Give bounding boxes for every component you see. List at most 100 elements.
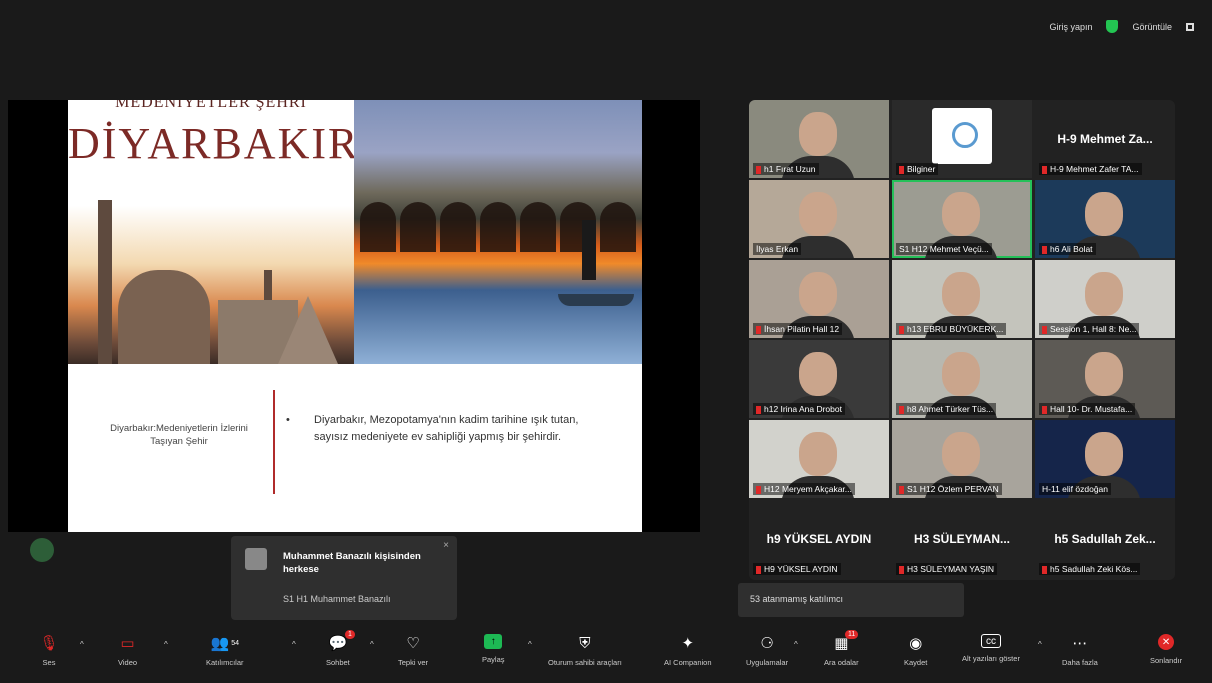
participant-bigname: H-9 Mehmet Za...	[1057, 132, 1153, 146]
mic-muted-icon	[899, 325, 904, 334]
view-button[interactable]: Görüntüle	[1132, 22, 1172, 32]
participant-tile[interactable]: Hall 10- Dr. Mustafa...	[1035, 340, 1175, 418]
participant-tile[interactable]: H12 Meryem Akçakar...	[749, 420, 889, 498]
slide-city-image: MEDENİYETLER ŞEHRİ DİYARBAKIR	[68, 100, 357, 364]
participant-name: S1 H12 Özlem PERVAN	[896, 483, 1002, 495]
participant-bigname: h9 YÜKSEL AYDIN	[766, 532, 872, 546]
participant-tile[interactable]: H3 SÜLEYMAN... H3 SÜLEYMAN YAŞIN	[892, 500, 1032, 578]
participant-tile[interactable]: H-9 Mehmet Za... H-9 Mehmet Zafer TA...	[1035, 100, 1175, 178]
chat-button[interactable]: 💬 1 Sohbet	[326, 630, 355, 667]
close-icon[interactable]: ×	[443, 540, 449, 551]
grid-view-icon[interactable]	[1186, 22, 1194, 31]
top-bar: Giriş yapın Görüntüle	[0, 0, 1212, 56]
notification-title: Muhammet Banazılı kişisinden herkese	[283, 551, 421, 575]
participant-bigname: H3 SÜLEYMAN...	[913, 532, 1010, 546]
participant-video	[1085, 432, 1123, 476]
ai-companion-button[interactable]: ✦ AI Companion	[664, 634, 712, 667]
chevron-up-icon[interactable]: ^	[1038, 640, 1042, 649]
participant-tile[interactable]: h13 EBRU BÜYÜKERK...	[892, 260, 1032, 338]
participant-video	[799, 432, 837, 476]
participant-video	[942, 192, 980, 236]
participants-button[interactable]: 👥 54 Katılımcılar	[206, 634, 244, 667]
audio-button[interactable]: 🎙 Ses	[39, 634, 59, 667]
participant-gallery: h1 Fırat Uzun Bilginer H-9 Mehmet Za... …	[749, 100, 1175, 580]
participant-name: H-11 elif özdoğan	[1039, 483, 1111, 495]
breakout-rooms-button[interactable]: ▦ 11 Ara odalar	[824, 630, 859, 667]
shield-icon: ⛨	[579, 634, 591, 652]
react-button[interactable]: ♡ Tepki ver	[398, 634, 428, 667]
more-icon: ⋯	[1072, 635, 1088, 652]
shield-icon[interactable]	[1106, 20, 1119, 33]
participant-tile[interactable]: h5 Sadullah Zek... h5 Sadullah Zeki Kös.…	[1035, 500, 1175, 578]
chevron-up-icon[interactable]: ^	[370, 640, 374, 649]
heart-icon: ♡	[406, 635, 420, 652]
slide-bullet-text: Diyarbakır, Mezopotamya'nın kadim tarihi…	[314, 414, 579, 443]
logo	[932, 108, 992, 164]
participant-video	[799, 352, 837, 396]
participant-name: h8 Ahmet Türker Tüs...	[896, 403, 997, 415]
participant-video	[1085, 352, 1123, 396]
participant-name: H9 YÜKSEL AYDIN	[753, 563, 841, 575]
more-button[interactable]: ⋯ Daha fazla	[1062, 634, 1098, 667]
chevron-up-icon[interactable]: ^	[528, 640, 532, 649]
mic-muted-icon	[899, 565, 904, 574]
mic-muted-icon	[756, 485, 761, 494]
share-screen-icon: ↑	[484, 634, 503, 649]
participant-video	[1085, 272, 1123, 316]
participant-video	[799, 192, 837, 236]
chevron-up-icon[interactable]: ^	[80, 640, 84, 649]
captions-button[interactable]: cc Alt yazıları göster	[962, 634, 1020, 663]
mic-muted-icon	[1042, 405, 1047, 414]
participant-name: Hall 10- Dr. Mustafa...	[1039, 403, 1136, 415]
mic-muted-icon	[756, 565, 761, 574]
chevron-up-icon[interactable]: ^	[292, 640, 296, 649]
fisherman-shape	[582, 220, 596, 280]
participant-tile[interactable]: h12 Irina Ana Drobot	[749, 340, 889, 418]
participant-name: İlyas Erkan	[753, 243, 802, 255]
avatar[interactable]	[30, 538, 54, 562]
shared-slide: MEDENİYETLER ŞEHRİ DİYARBAKIR Diyarbakır…	[68, 100, 642, 532]
participant-name: H3 SÜLEYMAN YAŞIN	[896, 563, 998, 575]
participant-tile[interactable]: İhsan Pilatin Hall 12	[749, 260, 889, 338]
video-off-icon: ▭	[120, 635, 135, 652]
apps-icon: ⚆	[760, 635, 774, 652]
mic-muted-icon	[756, 165, 761, 174]
participant-tile[interactable]: S1 H12 Özlem PERVAN	[892, 420, 1032, 498]
participant-name: H-9 Mehmet Zafer TA...	[1039, 163, 1142, 175]
signin-link[interactable]: Giriş yapın	[1049, 22, 1092, 32]
participant-tile[interactable]: İlyas Erkan	[749, 180, 889, 258]
share-button[interactable]: ↑ Paylaş	[482, 634, 505, 664]
slide-subtitle: MEDENİYETLER ŞEHRİ	[115, 100, 307, 111]
chat-badge: 1	[344, 630, 355, 639]
participant-tile[interactable]: Bilginer	[892, 100, 1032, 178]
participant-tile[interactable]: h1 Fırat Uzun	[749, 100, 889, 178]
chevron-up-icon[interactable]: ^	[794, 640, 798, 649]
participant-name: h6 Ali Bolat	[1039, 243, 1096, 255]
chevron-up-icon[interactable]: ^	[164, 640, 168, 649]
participant-name: H12 Meryem Akçakar...	[753, 483, 855, 495]
chat-notification[interactable]: Muhammet Banazılı kişisinden herkese S1 …	[231, 536, 457, 620]
avatar	[245, 548, 267, 570]
participant-tile[interactable]: H-11 elif özdoğan	[1035, 420, 1175, 498]
mic-muted-icon	[756, 325, 761, 334]
participant-video	[1085, 192, 1123, 236]
participant-tile[interactable]: S1 H12 Mehmet Veçü...	[892, 180, 1032, 258]
sparkle-icon: ✦	[681, 635, 695, 652]
record-button[interactable]: ◉ Kaydet	[904, 634, 927, 667]
participant-tile[interactable]: h6 Ali Bolat	[1035, 180, 1175, 258]
breakout-badge: 11	[845, 630, 859, 639]
participant-video	[942, 272, 980, 316]
participant-tile[interactable]: Session 1, Hall 8: Ne...	[1035, 260, 1175, 338]
mic-muted-icon: 🎙	[39, 635, 59, 652]
video-button[interactable]: ▭ Video	[118, 634, 137, 667]
apps-button[interactable]: ⚆ Uygulamalar	[746, 634, 788, 667]
chat-icon: 💬 1	[329, 630, 355, 652]
mic-muted-icon	[899, 405, 904, 414]
mic-muted-icon	[756, 405, 761, 414]
end-meeting-button[interactable]: ✕ Sonlandır	[1150, 634, 1182, 665]
participant-tile[interactable]: h8 Ahmet Türker Tüs...	[892, 340, 1032, 418]
participant-name: h1 Fırat Uzun	[753, 163, 819, 175]
people-icon: 👥 54	[210, 635, 239, 652]
participant-tile[interactable]: h9 YÜKSEL AYDIN H9 YÜKSEL AYDIN	[749, 500, 889, 578]
host-tools-button[interactable]: ⛨ Oturum sahibi araçları	[548, 634, 622, 668]
